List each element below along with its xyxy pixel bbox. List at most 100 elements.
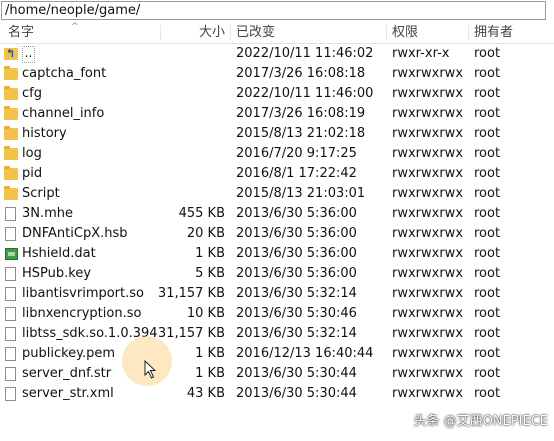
file-row[interactable]: DNFAntiCpX.hsb 20 KB 2013/6/30 5:36:00 r…: [0, 224, 554, 244]
file-row[interactable]: cfg 2022/10/11 11:46:00 rwxrwxrwx root: [0, 84, 554, 104]
file-owner: root: [474, 366, 501, 381]
file-modified: 2013/6/30 5:30:44: [236, 386, 357, 401]
column-divider[interactable]: [160, 25, 161, 40]
file-row[interactable]: publickey.pem 1 KB 2016/12/13 16:40:44 r…: [0, 344, 554, 364]
file-icon: [4, 326, 18, 342]
file-owner: root: [474, 286, 501, 301]
column-permissions[interactable]: 权限: [392, 24, 418, 41]
column-divider[interactable]: [386, 25, 387, 40]
file-row[interactable]: libantisvrimport.so 31,157 KB 2013/6/30 …: [0, 284, 554, 304]
file-owner: root: [474, 326, 501, 341]
file-modified: 2015/8/13 21:02:18: [236, 126, 366, 141]
file-permissions: rwxrwxrwx: [392, 106, 464, 121]
file-row[interactable]: history 2015/8/13 21:02:18 rwxrwxrwx roo…: [0, 124, 554, 144]
file-owner: root: [474, 106, 501, 121]
file-modified: 2016/12/13 16:40:44: [236, 346, 374, 361]
file-size: 20 KB: [186, 226, 225, 241]
file-size: 31,157 KB: [157, 286, 225, 301]
file-row[interactable]: channel_info 2017/3/26 16:08:19 rwxrwxrw…: [0, 104, 554, 124]
file-name: history: [22, 126, 67, 141]
file-row[interactable]: Script 2015/8/13 21:03:01 rwxrwxrwx root: [0, 184, 554, 204]
file-row[interactable]: log 2016/7/20 9:17:25 rwxrwxrwx root: [0, 144, 554, 164]
file-row[interactable]: captcha_font 2017/3/26 16:08:18 rwxrwxrw…: [0, 64, 554, 84]
file-modified: 2013/6/30 5:32:14: [236, 326, 357, 341]
file-modified: 2016/8/1 17:22:42: [236, 166, 357, 181]
column-header: 名字 ^ 大小 已改变 权限 拥有者: [0, 22, 554, 44]
file-icon: [4, 206, 18, 222]
file-size: 455 KB: [178, 206, 225, 221]
dat-file-icon: [4, 246, 18, 262]
file-permissions: rwxrwxrwx: [392, 126, 464, 141]
column-divider[interactable]: [468, 25, 469, 40]
file-name: cfg: [22, 86, 42, 101]
file-owner: root: [474, 246, 501, 261]
file-owner: root: [474, 266, 501, 281]
column-modified[interactable]: 已改变: [236, 24, 275, 41]
file-row[interactable]: 3N.mhe 455 KB 2013/6/30 5:36:00 rwxrwxrw…: [0, 204, 554, 224]
file-permissions: rwxrwxrwx: [392, 246, 464, 261]
file-permissions: rwxrwxrwx: [392, 326, 464, 341]
file-modified: 2013/6/30 5:36:00: [236, 246, 357, 261]
file-row[interactable]: server_str.xml 43 KB 2013/6/30 5:30:44 r…: [0, 384, 554, 404]
file-icon: [4, 266, 18, 282]
file-modified: 2013/6/30 5:36:00: [236, 266, 357, 281]
file-name: publickey.pem: [22, 346, 116, 361]
file-row[interactable]: libtss_sdk.so.1.0.394 31,157 KB 2013/6/3…: [0, 324, 554, 344]
file-permissions: rwxr-xr-x: [392, 46, 450, 61]
file-owner: root: [474, 146, 501, 161]
file-permissions: rwxrwxrwx: [392, 86, 464, 101]
file-modified: 2022/10/11 11:46:02: [236, 46, 374, 61]
file-owner: root: [474, 166, 501, 181]
file-permissions: rwxrwxrwx: [392, 386, 464, 401]
file-name: ..: [22, 46, 35, 63]
folder-icon: [4, 186, 18, 202]
file-permissions: rwxrwxrwx: [392, 226, 464, 241]
column-name[interactable]: 名字: [8, 24, 34, 41]
file-row-parent[interactable]: .. 2022/10/11 11:46:02 rwxr-xr-x root: [0, 44, 554, 64]
file-modified: 2013/6/30 5:36:00: [236, 226, 357, 241]
folder-icon: [4, 146, 18, 162]
folder-icon: [4, 66, 18, 82]
folder-icon: [4, 86, 18, 102]
file-permissions: rwxrwxrwx: [392, 366, 464, 381]
path-bar: /home/neople/game/: [0, 0, 554, 23]
file-owner: root: [474, 386, 501, 401]
file-name: DNFAntiCpX.hsb: [22, 226, 128, 241]
file-owner: root: [474, 86, 501, 101]
file-modified: 2013/6/30 5:30:46: [236, 306, 357, 321]
file-name: log: [22, 146, 42, 161]
file-permissions: rwxrwxrwx: [392, 286, 464, 301]
file-permissions: rwxrwxrwx: [392, 166, 464, 181]
file-row[interactable]: Hshield.dat 1 KB 2013/6/30 5:36:00 rwxrw…: [0, 244, 554, 264]
file-icon: [4, 286, 18, 302]
file-owner: root: [474, 226, 501, 241]
file-modified: 2013/6/30 5:36:00: [236, 206, 357, 221]
sort-up-icon: ^: [71, 22, 79, 32]
column-divider[interactable]: [230, 25, 231, 40]
file-modified: 2016/7/20 9:17:25: [236, 146, 357, 161]
file-row[interactable]: server_dnf.str 1 KB 2013/6/30 5:30:44 rw…: [0, 364, 554, 384]
file-size: 1 KB: [195, 246, 225, 261]
folder-icon: [4, 106, 18, 122]
mouse-cursor-icon: [144, 360, 157, 379]
file-modified: 2013/6/30 5:32:14: [236, 286, 357, 301]
file-owner: root: [474, 46, 501, 61]
file-icon: [4, 346, 18, 362]
file-icon: [4, 306, 18, 322]
file-row[interactable]: libnxencryption.so 10 KB 2013/6/30 5:30:…: [0, 304, 554, 324]
file-row[interactable]: HSPub.key 5 KB 2013/6/30 5:36:00 rwxrwxr…: [0, 264, 554, 284]
file-row[interactable]: pid 2016/8/1 17:22:42 rwxrwxrwx root: [0, 164, 554, 184]
file-modified: 2022/10/11 11:46:00: [236, 86, 374, 101]
column-owner[interactable]: 拥有者: [474, 24, 513, 41]
file-permissions: rwxrwxrwx: [392, 346, 464, 361]
file-owner: root: [474, 126, 501, 141]
file-name: libnxencryption.so: [22, 306, 142, 321]
file-permissions: rwxrwxrwx: [392, 306, 464, 321]
file-modified: 2013/6/30 5:30:44: [236, 366, 357, 381]
file-permissions: rwxrwxrwx: [392, 266, 464, 281]
folder-icon: [4, 126, 18, 142]
column-size[interactable]: 大小: [170, 24, 225, 41]
parent-folder-icon: [4, 45, 18, 63]
file-owner: root: [474, 306, 501, 321]
path-input[interactable]: /home/neople/game/: [1, 1, 546, 20]
